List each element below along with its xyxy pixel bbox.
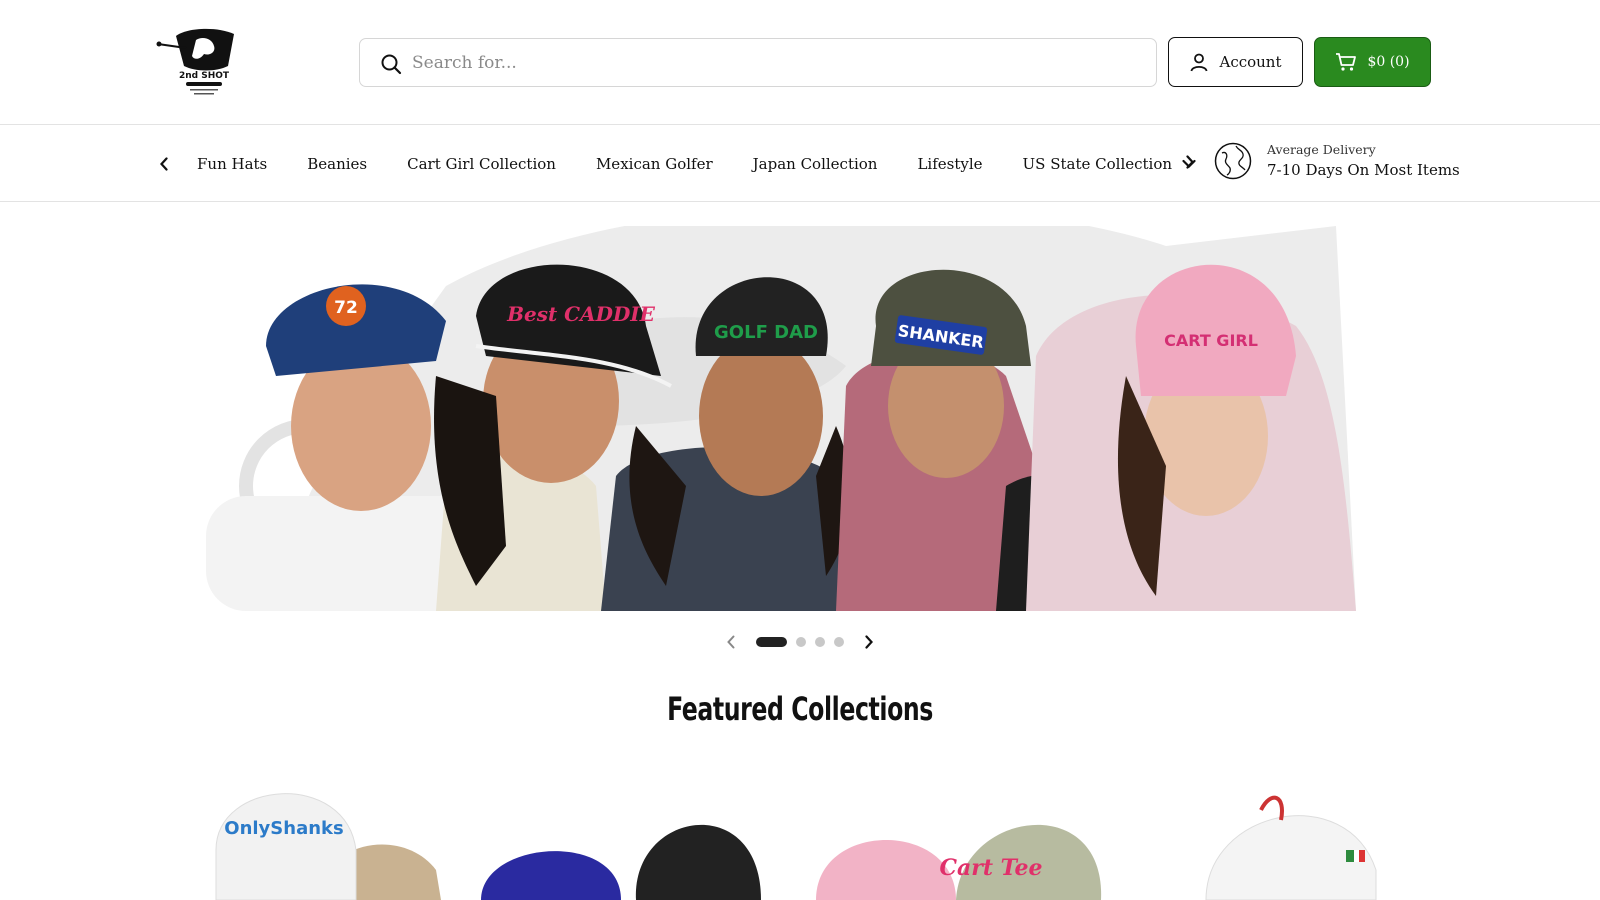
carousel-dot-1[interactable]: [756, 637, 787, 647]
collection-card-3-hat-text: Cart Tee: [939, 855, 1042, 881]
search-icon: [381, 54, 402, 75]
carousel-next-button[interactable]: [858, 631, 880, 653]
collection-image-1: OnlyShanks: [215, 793, 441, 900]
carousel-dot-4[interactable]: [834, 637, 844, 647]
hero-hat-text-1: 72: [334, 298, 358, 318]
nav-item-fun-hats[interactable]: Fun Hats: [197, 155, 267, 173]
chevron-left-icon: [727, 635, 735, 649]
nav-item-us-state-collection[interactable]: US State Collection: [1023, 155, 1197, 173]
carousel-prev-button[interactable]: [720, 631, 742, 653]
account-button[interactable]: Account: [1168, 37, 1303, 87]
collection-card-3[interactable]: Cart Tee: [816, 770, 1106, 900]
featured-collections-title: Featured Collections: [667, 690, 933, 728]
featured-collections-grid: OnlyShanks Cart Tee: [206, 770, 1436, 900]
nav-item-beanies[interactable]: Beanies: [307, 155, 367, 173]
collection-card-4[interactable]: [1146, 770, 1436, 900]
store-logo[interactable]: 2nd SHOT: [156, 26, 242, 98]
chevron-left-icon: [160, 157, 168, 171]
hero-image: 72 Best CADDIE GOLF DAD SHANKER CART GIR…: [206, 226, 1356, 611]
hero-hat-text-3: GOLF DAD: [714, 322, 818, 343]
delivery-time: 7-10 Days On Most Items: [1267, 161, 1460, 179]
nav-prev-button[interactable]: [152, 150, 176, 178]
carousel-dot-2[interactable]: [796, 637, 806, 647]
carousel-dot-3[interactable]: [815, 637, 825, 647]
nav-item-lifestyle[interactable]: Lifestyle: [917, 155, 982, 173]
category-nav: Fun Hats Beanies Cart Girl Collection Me…: [0, 126, 1600, 202]
chevron-right-icon: [865, 635, 873, 649]
site-header: 2nd SHOT Account $0 (0): [0, 0, 1600, 125]
delivery-info: Average Delivery 7-10 Days On Most Items: [1214, 141, 1460, 185]
cart-button[interactable]: $0 (0): [1314, 37, 1431, 87]
search-bar[interactable]: [359, 38, 1157, 87]
hero-hat-text-2: Best CADDIE: [506, 302, 656, 326]
hero-hat-text-5: CART GIRL: [1164, 331, 1258, 350]
hero-banner[interactable]: 72 Best CADDIE GOLF DAD SHANKER CART GIR…: [206, 226, 1436, 611]
user-icon: [1191, 53, 1208, 72]
collection-image-2: [481, 824, 761, 900]
chevron-right-icon: [1186, 155, 1194, 169]
nav-item-cart-girl-collection[interactable]: Cart Girl Collection: [407, 155, 556, 173]
nav-next-button[interactable]: [1178, 148, 1202, 176]
globe-icon: [1214, 142, 1252, 180]
cart-total-label: $0 (0): [1367, 54, 1410, 70]
carousel-dots: [756, 636, 844, 648]
collection-card-2[interactable]: [481, 770, 771, 900]
nav-item-japan-collection[interactable]: Japan Collection: [753, 155, 878, 173]
nav-items: Fun Hats Beanies Cart Girl Collection Me…: [197, 126, 1236, 202]
collection-card-1[interactable]: OnlyShanks: [206, 770, 496, 900]
search-input[interactable]: [412, 47, 1112, 79]
collection-image-3: Cart Tee: [816, 824, 1102, 900]
nav-item-mexican-golfer[interactable]: Mexican Golfer: [596, 155, 713, 173]
collection-card-1-hat-text: OnlyShanks: [224, 818, 343, 839]
svg-text:2nd SHOT: 2nd SHOT: [179, 71, 230, 81]
cart-icon: [1336, 53, 1357, 71]
account-label: Account: [1219, 53, 1282, 71]
delivery-caption: Average Delivery: [1267, 142, 1376, 157]
collection-image-4: [1205, 795, 1377, 900]
